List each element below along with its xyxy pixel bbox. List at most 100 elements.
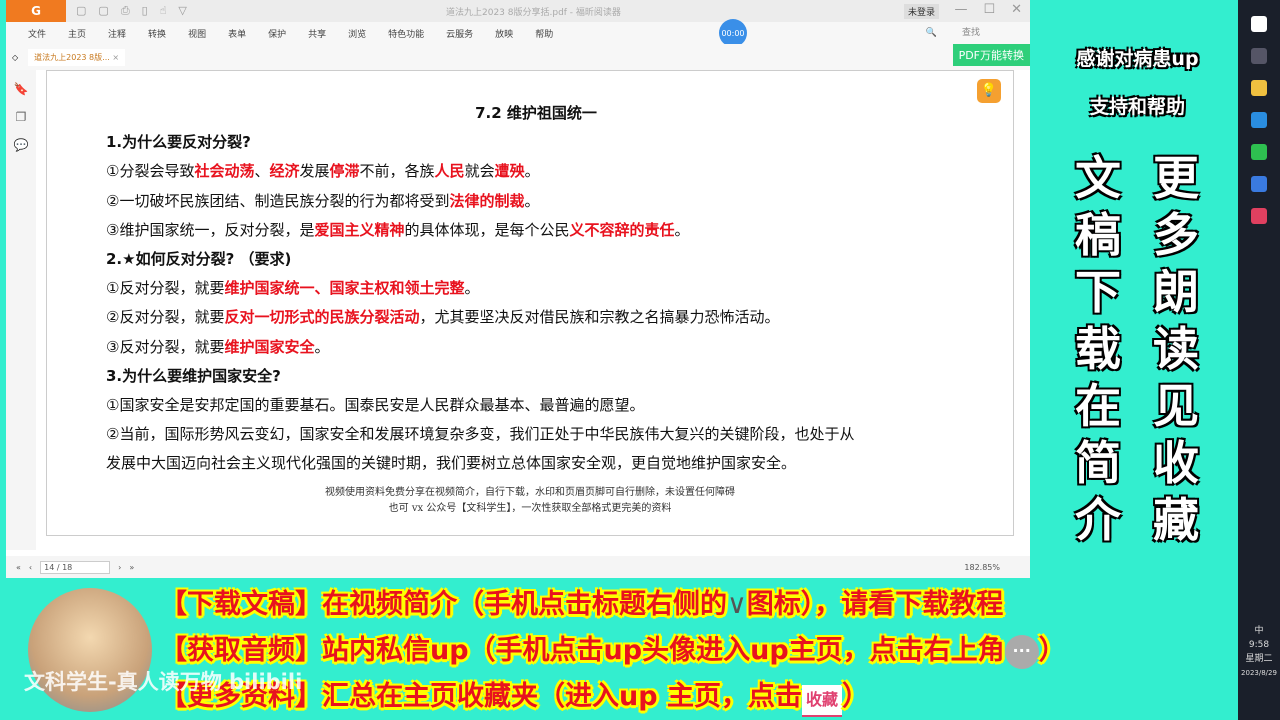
app-icon[interactable]: [1251, 176, 1267, 192]
maximize-icon[interactable]: ☐: [983, 2, 995, 17]
more-reading-column-text: 更多朗读见收藏: [1153, 151, 1199, 547]
new-icon[interactable]: ▯: [142, 4, 148, 18]
app-logo[interactable]: G: [6, 0, 66, 22]
text-segment: 3.为什么要维护国家安全?: [106, 366, 281, 385]
prev-page-icon[interactable]: ‹: [29, 563, 32, 572]
save-icon[interactable]: ▢: [98, 4, 108, 18]
quick-access-toolbar: ▢ ▢ ⎙ ▯ ☝ ▽: [76, 4, 187, 18]
menu-item[interactable]: 特色功能: [388, 27, 424, 40]
pdf-convert-button[interactable]: PDF万能转换: [952, 44, 1030, 66]
pages-icon[interactable]: ❐: [16, 110, 27, 124]
ime-indicator[interactable]: 中: [1241, 624, 1277, 638]
text-segment: ③维护国家统一，反对分裂，是: [106, 220, 315, 239]
highlighted-text: 停滞: [329, 162, 360, 181]
search-icon[interactable]: [1251, 48, 1267, 64]
menu-item[interactable]: 保护: [268, 27, 286, 40]
start-icon[interactable]: [1251, 16, 1267, 32]
lightbulb-icon[interactable]: 💡: [977, 79, 1001, 103]
zoom-level[interactable]: 182.85%: [964, 563, 1000, 572]
menu-item[interactable]: 帮助: [535, 27, 553, 40]
banner-line-2: 【获取音频】站内私信up（手机点击up头像进入up主页，点击右上角: [160, 635, 1005, 666]
menu-bar: 00:00 🔍 查找 文件 主页 注释 转换 视图 表单 保护 共享 浏览 特色功能 云服务 放映 帮助: [6, 19, 1030, 47]
text-segment: ②当前，国际形势风云变幻，国家安全和发展环境复杂多变，我们正处于中华民族伟大复兴…: [106, 425, 855, 444]
text-segment: ①分裂会导致: [106, 162, 195, 181]
menu-item[interactable]: 云服务: [446, 27, 473, 40]
tab-label: 道法九上2023 8版...: [34, 52, 110, 62]
document-line: ①国家安全是安邦定国的重要基石。国泰民安是人民群众最基本、最普遍的愿望。: [106, 391, 966, 420]
login-button[interactable]: 未登录: [904, 4, 940, 19]
document-line: ①分裂会导致社会动荡、经济发展停滞不前，各族人民就会遭殃。: [106, 157, 966, 186]
document-tab[interactable]: 道法九上2023 8版... ×: [28, 48, 126, 66]
banner-line-1-end: 图标），请看下载教程: [746, 589, 1004, 620]
menu-item[interactable]: 表单: [228, 27, 246, 40]
first-page-icon[interactable]: «: [16, 563, 21, 572]
menu-item[interactable]: 浏览: [348, 27, 366, 40]
favorite-badge: 收藏: [801, 685, 842, 717]
text-segment: 。: [314, 337, 330, 356]
highlighted-text: 人民: [434, 162, 465, 181]
bottom-banner: 【下载文稿】在视频简介（手机点击标题右侧的∨图标），请看下载教程 【获取音频】站…: [160, 582, 1066, 720]
highlighted-text: 义不容辞的责任: [569, 220, 675, 239]
document-content: 7.2 维护祖国统一 1.为什么要反对分裂? ①分裂会导致社会动荡、经济发展停滞不…: [106, 99, 966, 479]
banner-line-2-end: ）: [1038, 635, 1066, 666]
text-segment: ①国家安全是安邦定国的重要基石。国泰民安是人民群众最基本、最普遍的愿望。: [106, 396, 645, 415]
file-explorer-icon[interactable]: [1251, 80, 1267, 96]
bookmark-icon[interactable]: 🔖: [14, 82, 29, 96]
support-text: 支持和帮助: [1089, 96, 1185, 118]
open-icon[interactable]: ▢: [76, 4, 86, 18]
document-line: ①反对分裂，就要维护国家统一、国家主权和领土完整。: [106, 274, 966, 303]
next-page-icon[interactable]: ›: [118, 563, 121, 572]
text-segment: 。: [464, 279, 480, 298]
menu-item[interactable]: 转换: [148, 27, 166, 40]
document-line: ②当前，国际形势风云变幻，国家安全和发展环境复杂多变，我们正处于中华民族伟大复兴…: [106, 420, 966, 449]
menu-item[interactable]: 注释: [108, 27, 126, 40]
tab-close-icon[interactable]: ×: [112, 53, 119, 62]
menu-item[interactable]: 放映: [495, 27, 513, 40]
menu-item[interactable]: 主页: [68, 27, 86, 40]
text-segment: ②一切破坏民族团结、制造民族分裂的行为都将受到: [106, 191, 450, 210]
section-heading: 3.为什么要维护国家安全?: [106, 362, 966, 391]
text-segment: ②反对分裂，就要: [106, 308, 225, 327]
menu-item[interactable]: 共享: [308, 27, 326, 40]
highlighted-text: 反对一切形式的民族分裂活动: [224, 308, 420, 327]
chevron-down-icon: ∨: [727, 589, 747, 620]
search-input[interactable]: 🔍 查找: [926, 25, 980, 38]
left-sidebar: 🔖 ❐ 💬: [6, 70, 36, 550]
page-number-input[interactable]: 14 / 18: [40, 560, 111, 574]
recording-timer[interactable]: 00:00: [719, 19, 747, 47]
wechat-icon[interactable]: [1251, 144, 1267, 160]
more-icon[interactable]: ▽: [178, 4, 186, 18]
document-line: 发展中大国迈向社会主义现代化强国的关键时期，我们要树立总体国家安全观，更自觉地维…: [106, 449, 966, 478]
hand-tool-icon[interactable]: ☝: [160, 4, 167, 18]
close-icon[interactable]: ✕: [1011, 2, 1022, 17]
highlighted-text: 经济: [269, 162, 300, 181]
text-segment: 发展: [299, 162, 330, 181]
download-column-text: 文稿下载在简介: [1075, 151, 1121, 547]
highlighted-text: 遭殃: [494, 162, 525, 181]
banner-line-3-end: ）: [841, 681, 869, 712]
search-placeholder: 查找: [961, 28, 980, 38]
document-line: ③维护国家统一，反对分裂，是爱国主义精神的具体体现，是每个公民义不容辞的责任。: [106, 216, 966, 245]
comment-icon[interactable]: 💬: [14, 138, 29, 152]
highlighted-text: 爱国主义精神: [314, 220, 405, 239]
edge-icon[interactable]: [1251, 112, 1267, 128]
text-segment: 的具体体现，是每个公民: [404, 220, 570, 239]
menu-item[interactable]: 文件: [28, 27, 46, 40]
last-page-icon[interactable]: »: [129, 563, 134, 572]
print-icon[interactable]: ⎙: [121, 4, 130, 18]
text-segment: 就会: [464, 162, 495, 181]
clock-time[interactable]: 9:58: [1241, 638, 1277, 652]
eraser-icon[interactable]: ◇: [12, 53, 18, 62]
section-heading: 2.★如何反对分裂? （要求): [106, 245, 966, 274]
watermark: 文科学生-真人读万物 bilibili: [24, 670, 303, 694]
text-segment: 。: [524, 162, 540, 181]
windows-taskbar: 中 9:58 星期二 2023/8/29: [1238, 0, 1280, 720]
window-title: 道法九上2023 8版分享括.pdf - 福昕阅读器: [446, 7, 621, 18]
banner-line-1: 【下载文稿】在视频简介（手机点击标题右侧的: [160, 589, 727, 620]
minimize-icon[interactable]: —: [954, 2, 967, 17]
menu-item[interactable]: 视图: [188, 27, 206, 40]
text-segment: 。: [674, 220, 690, 239]
title-bar: G ▢ ▢ ⎙ ▯ ☝ ▽ 道法九上2023 8版分享括.pdf - 福昕阅读器 未登录 …: [6, 0, 1030, 22]
text-segment: 不前，各族: [359, 162, 435, 181]
app-icon[interactable]: [1251, 208, 1267, 224]
